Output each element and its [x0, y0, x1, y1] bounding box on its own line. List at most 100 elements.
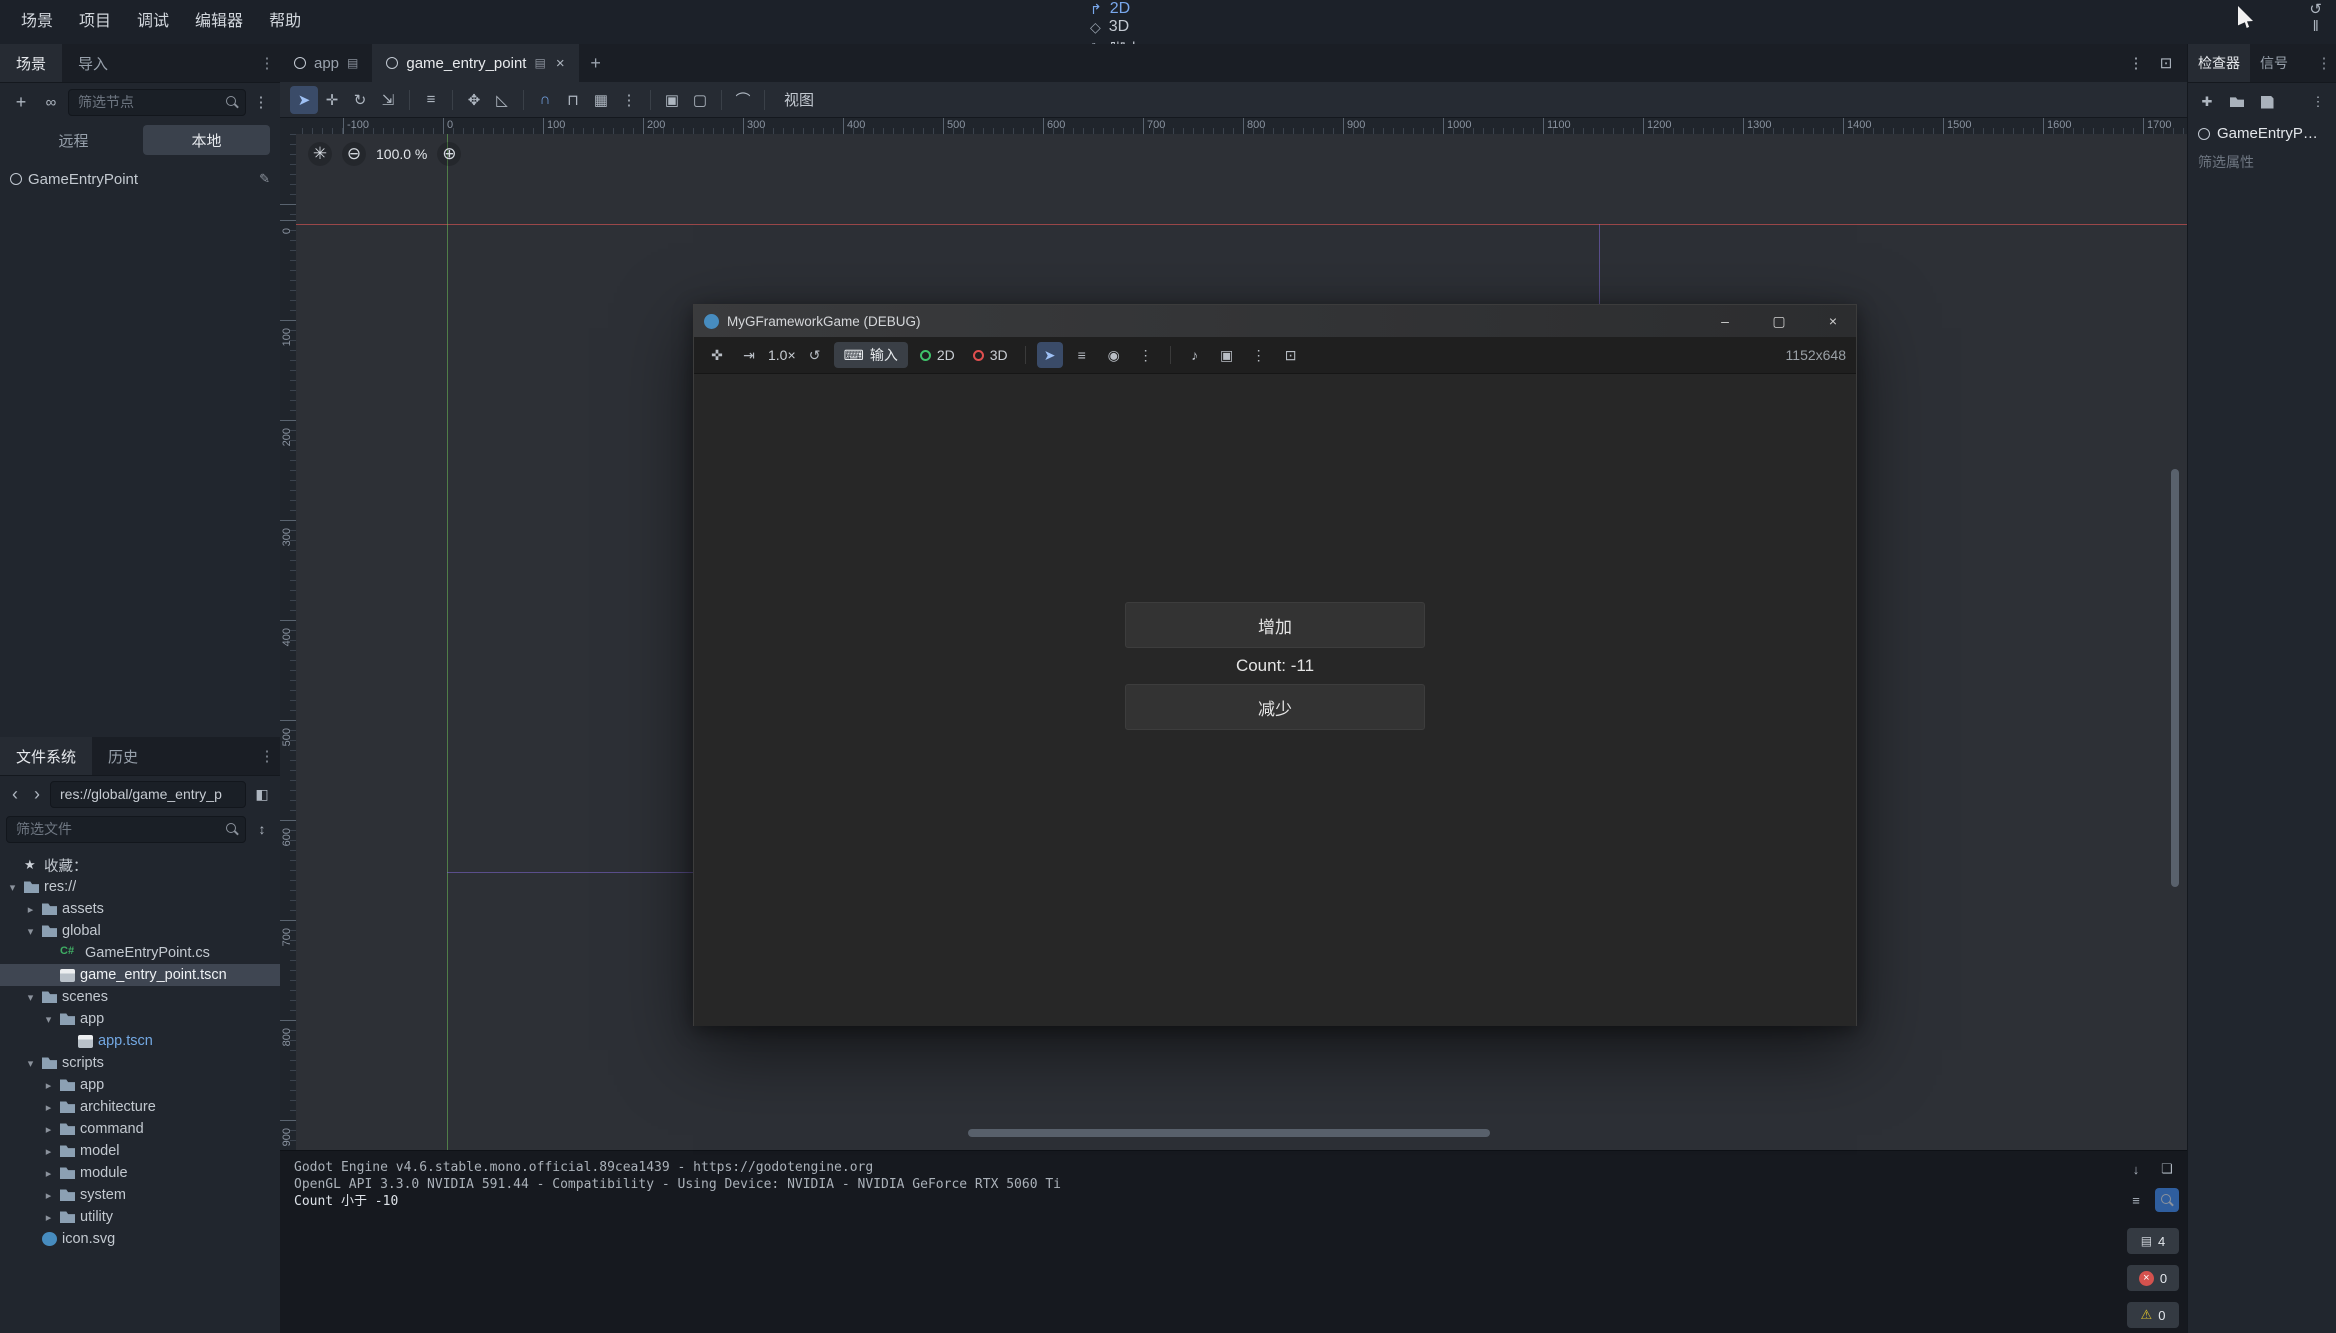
scene-dock-menu-icon[interactable]: ⋮ [254, 44, 280, 82]
move-tool-icon[interactable]: ✛ [318, 86, 346, 114]
game-window[interactable]: MyGFrameworkGame (DEBUG) – ▢ × ✜ ⇥ 1.0× … [693, 304, 1857, 1026]
chevron-right-icon[interactable]: ▸ [42, 1079, 55, 1092]
mode-2d-toggle[interactable]: 2D [914, 342, 961, 368]
snap-menu-icon[interactable]: ⋮ [615, 86, 643, 114]
tab-import[interactable]: 导入 [62, 44, 124, 82]
tab-inspector[interactable]: 检查器 [2188, 44, 2250, 82]
expand-viewport-icon[interactable]: ⊡ [2153, 50, 2179, 76]
nav-forward-icon[interactable]: › [28, 781, 46, 807]
fullscreen-icon[interactable]: ⊡ [1278, 342, 1304, 368]
load-resource-icon[interactable] [2224, 89, 2250, 115]
menu-scene[interactable]: 场景 [8, 0, 66, 44]
zoom-out-button[interactable]: ⊖ [342, 142, 366, 166]
path-input[interactable] [50, 781, 246, 808]
camera-menu-icon[interactable]: ⋮ [1246, 342, 1272, 368]
inspector-menu-icon[interactable]: ⋮ [2305, 89, 2331, 115]
nav-back-icon[interactable]: ‹ [6, 781, 24, 807]
reset-speed-icon[interactable]: ↺ [802, 342, 828, 368]
fs-tree-row[interactable]: ▸model [0, 1140, 280, 1162]
filter-properties-input[interactable] [2198, 154, 2329, 170]
close-tab-icon[interactable]: × [556, 55, 565, 72]
tab-filesystem[interactable]: 文件系统 [0, 737, 92, 775]
view-menu-button[interactable]: 视图 [772, 86, 826, 114]
fs-tree-row[interactable]: ▸architecture [0, 1096, 280, 1118]
fs-tree-row[interactable]: ▸app [0, 1074, 280, 1096]
local-button[interactable]: 本地 [143, 125, 270, 155]
fs-tree-row[interactable]: ▾res:// [0, 876, 280, 898]
chevron-right-icon[interactable]: ▸ [42, 1189, 55, 1202]
audio-mute-icon[interactable]: ♪ [1182, 342, 1208, 368]
horizontal-scrollbar[interactable] [968, 1129, 1490, 1137]
filter-nodes-input[interactable] [68, 89, 246, 116]
warnings-badge[interactable]: ⚠ 0 [2127, 1302, 2179, 1328]
input-toggle-button[interactable]: ⌨ 输入 [834, 342, 908, 368]
errors-badge[interactable]: × 0 [2127, 1265, 2179, 1291]
sort-files-icon[interactable]: ↕ [250, 816, 274, 842]
menu-debug[interactable]: 调试 [124, 0, 182, 44]
workspace-tab-2d[interactable]: ↱ 2D [1090, 0, 1158, 18]
new-scene-tab-button[interactable]: + [579, 44, 613, 82]
copy-output-icon[interactable]: ❏ [2155, 1157, 2179, 1181]
save-resource-icon[interactable] [2254, 89, 2280, 115]
filesystem-menu-icon[interactable]: ⋮ [254, 737, 280, 775]
scroll-to-bottom-icon[interactable]: ↓ [2124, 1157, 2148, 1181]
workspace-tab-3d[interactable]: ◇ 3D [1090, 18, 1158, 36]
mode-3d-toggle[interactable]: 3D [967, 342, 1014, 368]
zoom-percentage[interactable]: 100.0 % [376, 146, 427, 162]
grid-snap-icon[interactable]: ⊓ [559, 86, 587, 114]
pan-tool-icon[interactable]: ✥ [460, 86, 488, 114]
search-output-icon[interactable] [2155, 1188, 2179, 1212]
rotate-tool-icon[interactable]: ↻ [346, 86, 374, 114]
group-icon[interactable]: ▢ [686, 86, 714, 114]
snap-options-icon[interactable]: ▦ [587, 86, 615, 114]
attached-script-icon[interactable]: ✎ [259, 171, 270, 187]
chevron-down-icon[interactable]: ▾ [42, 1013, 55, 1026]
scale-tool-icon[interactable]: ⇲ [374, 86, 402, 114]
tab-history[interactable]: 历史 [92, 737, 154, 775]
menu-help[interactable]: 帮助 [256, 0, 314, 44]
fs-tree-row[interactable]: ▸utility [0, 1206, 280, 1228]
minimize-button[interactable]: – [1702, 305, 1748, 337]
menu-editor[interactable]: 编辑器 [182, 0, 256, 44]
close-button[interactable]: × [1810, 305, 1856, 337]
tab-list-menu-icon[interactable]: ⋮ [2123, 50, 2149, 76]
tab-scene[interactable]: 场景 [0, 44, 62, 82]
vertical-scrollbar[interactable] [2171, 469, 2179, 887]
chevron-down-icon[interactable]: ▾ [24, 991, 37, 1004]
scene-tab-game-entry-point[interactable]: game_entry_point ▤ × [372, 44, 578, 82]
fs-tree-row[interactable]: ▾scripts [0, 1052, 280, 1074]
inspector-dock-menu-icon[interactable]: ⋮ [2311, 44, 2336, 82]
instance-scene-button[interactable]: ∞ [38, 89, 64, 115]
speed-selector[interactable]: 1.0× [768, 347, 796, 363]
lock-icon[interactable]: ▣ [658, 86, 686, 114]
next-frame-icon[interactable]: ⇥ [736, 342, 762, 368]
increase-button[interactable]: 增加 [1125, 602, 1425, 648]
visibility-icon[interactable]: ◉ [1101, 342, 1127, 368]
pick-options-menu-icon[interactable]: ⋮ [1133, 342, 1159, 368]
chevron-right-icon[interactable]: ▸ [42, 1211, 55, 1224]
zoom-in-button[interactable]: ⊕ [437, 142, 461, 166]
chevron-down-icon[interactable]: ▾ [24, 1057, 37, 1070]
maximize-button[interactable]: ▢ [1756, 305, 1802, 337]
decrease-button[interactable]: 减少 [1125, 684, 1425, 730]
fs-tree-row-selected[interactable]: game_entry_point.tscn [0, 964, 280, 986]
fs-tree-row[interactable]: 收藏： [0, 854, 280, 876]
inspected-node-row[interactable]: GameEntryPoint [2188, 115, 2336, 142]
fs-tree-row[interactable]: ▾app [0, 1008, 280, 1030]
center-view-icon[interactable]: ✳ [308, 142, 332, 166]
split-view-icon[interactable]: ◧ [250, 781, 274, 807]
fs-tree-row[interactable]: ▸command [0, 1118, 280, 1140]
game-menu-icon[interactable]: ✜ [704, 342, 730, 368]
scene-tab-app[interactable]: app ▤ [280, 44, 372, 82]
tab-signals[interactable]: 信号 [2250, 44, 2298, 82]
chevron-right-icon[interactable]: ▸ [42, 1101, 55, 1114]
scene-tree-node-gameentrypoint[interactable]: GameEntryPoint ✎ [0, 167, 280, 191]
chevron-right-icon[interactable]: ▸ [24, 903, 37, 916]
fs-tree-row[interactable]: ▸assets [0, 898, 280, 920]
fs-tree-row[interactable]: GameEntryPoint.cs [0, 942, 280, 964]
menu-project[interactable]: 项目 [66, 0, 124, 44]
ruler-tool-icon[interactable]: ◺ [488, 86, 516, 114]
fs-tree-row[interactable]: ▸system [0, 1184, 280, 1206]
skeleton-options-icon[interactable]: ⌒ [729, 86, 757, 114]
chevron-down-icon[interactable]: ▾ [24, 925, 37, 938]
